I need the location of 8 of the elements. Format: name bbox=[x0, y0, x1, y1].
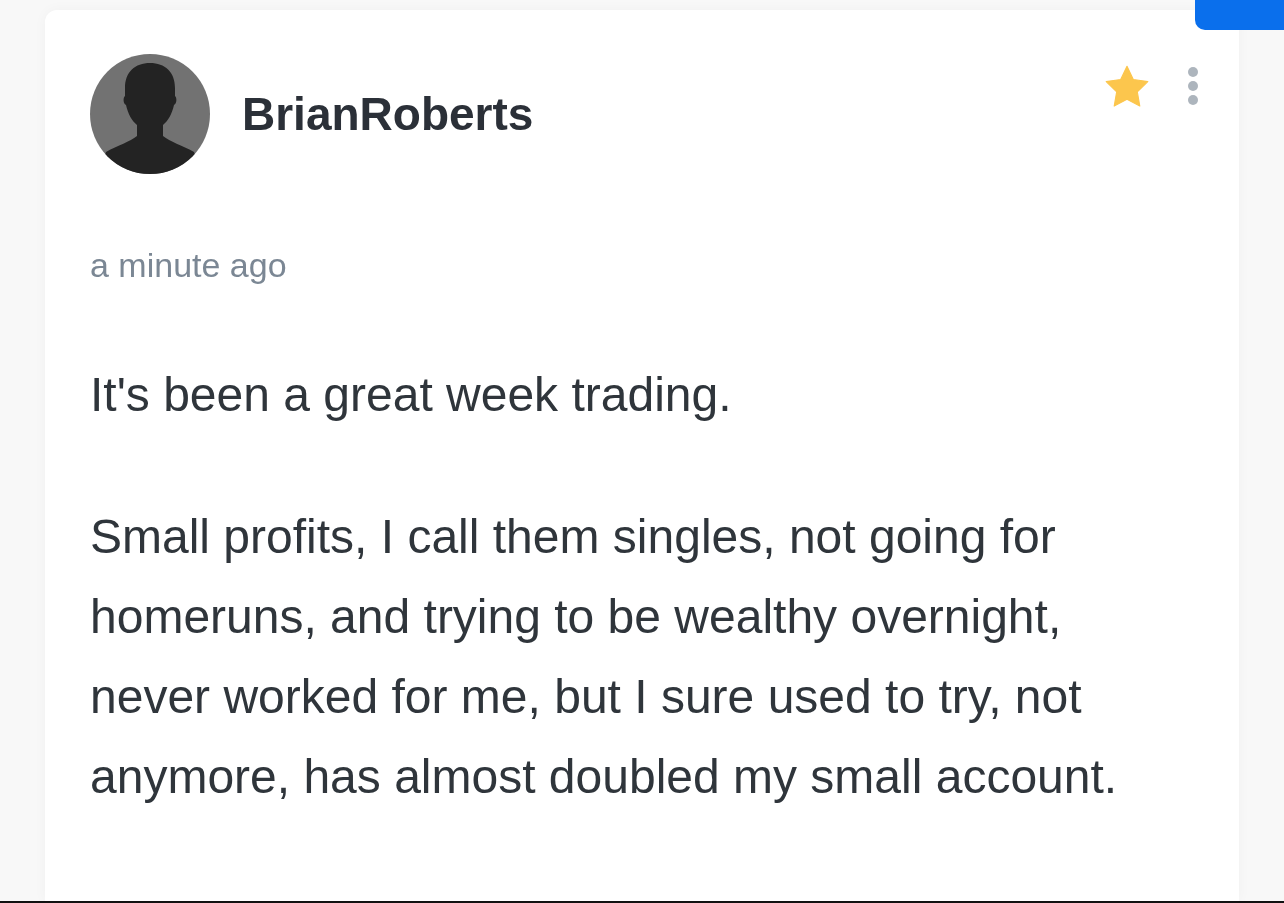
post-text: It's been a great week trading. bbox=[90, 367, 733, 423]
author-name: BrianRoberts bbox=[242, 87, 534, 142]
more-icon[interactable] bbox=[1188, 67, 1198, 105]
star-icon[interactable] bbox=[1105, 65, 1149, 107]
avatar-icon bbox=[90, 54, 210, 174]
post-text: Small profits, I call them singles, not going for homeruns, and trying to be wealthy overnight, never worked for me, but I sure used to try, not anymore, has almost doubled my small account. bbox=[90, 509, 1119, 805]
timestamp: a minute ago bbox=[90, 245, 287, 285]
header-button[interactable] bbox=[1195, 0, 1284, 30]
